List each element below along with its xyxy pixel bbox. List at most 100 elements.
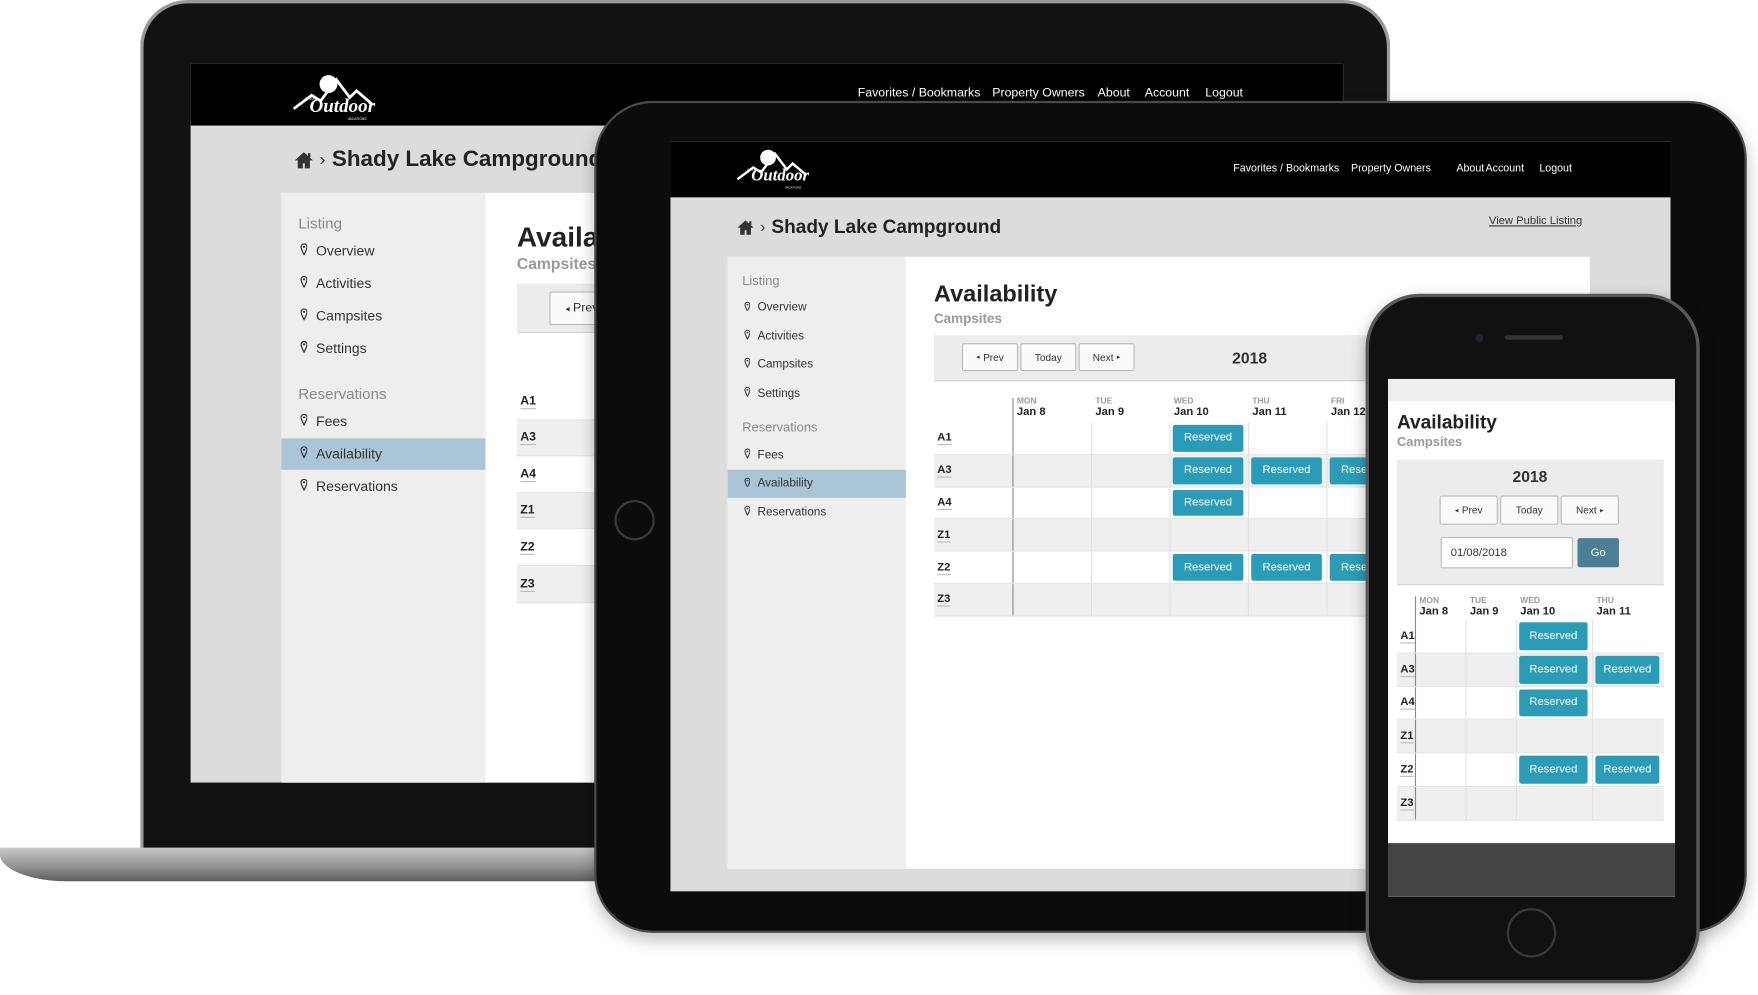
grid-cell-divider (1090, 454, 1093, 487)
sidebar-item-settings[interactable]: Settings (281, 332, 485, 363)
day-of-week: MON (1419, 594, 1440, 605)
sidebar-item-availability[interactable]: Availability (727, 470, 906, 498)
go-button[interactable]: Go (1577, 538, 1619, 568)
grid-cell-divider (1592, 753, 1594, 786)
button-label: Today (1515, 504, 1543, 516)
nav-logout[interactable]: Logout (1205, 86, 1243, 99)
view-public-listing-link[interactable]: View Public Listing (1489, 215, 1582, 227)
sidebar-item-availability[interactable]: Availability (281, 437, 486, 470)
site-label[interactable]: A4 (520, 467, 536, 482)
today-button[interactable]: Today (1020, 343, 1077, 372)
reserved-badge[interactable]: Reserved (1595, 755, 1660, 784)
reserved-badge[interactable]: Reserved (1172, 457, 1244, 484)
site-label[interactable]: Z2 (1400, 764, 1414, 778)
tablet-home-button[interactable] (614, 500, 655, 541)
nav-account[interactable]: Account (1145, 86, 1190, 99)
reserved-badge[interactable]: Reserved (1595, 655, 1660, 684)
grid-cell-divider (1169, 551, 1171, 583)
caret-left-icon: ◂ (976, 353, 980, 362)
availability-subtitle: Campsites (933, 310, 1002, 327)
table-row: A4 Reserved (1396, 686, 1664, 721)
phone-top-bar (1388, 378, 1676, 402)
site-label[interactable]: Z3 (1400, 797, 1414, 811)
reserved-badge[interactable]: Reserved (1519, 655, 1588, 684)
site-label[interactable]: A1 (937, 432, 952, 446)
site-label[interactable]: Z2 (937, 561, 951, 575)
grid-cell-divider (1515, 753, 1517, 786)
site-label[interactable]: A4 (1400, 697, 1415, 711)
sidebar-item-overview[interactable]: Overview (281, 235, 485, 266)
map-pin-icon (300, 413, 308, 429)
grid-cell-divider (1247, 487, 1249, 519)
nav-favorites-bookmarks[interactable]: Favorites / Bookmarks (858, 86, 981, 99)
next-button[interactable]: Next▸ (1560, 495, 1619, 525)
nav-logout[interactable]: Logout (1539, 163, 1572, 175)
sidebar-item-settings[interactable]: Settings (728, 380, 906, 407)
sidebar-heading: Reservations (298, 385, 387, 402)
sidebar-item-overview[interactable]: Overview (728, 294, 906, 321)
sidebar-item-reservations[interactable]: Reservations (281, 470, 485, 501)
site-label[interactable]: Z3 (520, 577, 535, 592)
reserved-badge[interactable]: Reserved (1519, 755, 1588, 784)
reserved-badge[interactable]: Reserved (1172, 554, 1244, 581)
grid-cell-divider (1090, 551, 1093, 583)
nav-about[interactable]: About (1456, 163, 1484, 175)
sidebar: Listing Overview Activities Campsites Settin… (727, 256, 906, 869)
sidebar-heading: Listing (742, 274, 780, 288)
nav-favorites-bookmarks[interactable]: Favorites / Bookmarks (1233, 163, 1339, 175)
reserved-badge[interactable]: Reserved (1251, 457, 1322, 484)
site-label[interactable]: A1 (520, 394, 536, 409)
home-icon[interactable] (737, 219, 755, 243)
map-pin-icon (744, 448, 751, 462)
logo[interactable]: Outdoor GREAT VACATIONS (292, 71, 376, 125)
site-label[interactable]: Z3 (937, 594, 951, 607)
day-date: Jan 10 (1173, 405, 1209, 419)
today-button[interactable]: Today (1500, 495, 1559, 525)
grid-cell-divider (1414, 653, 1417, 686)
prev-button[interactable]: ◂ Prev (961, 343, 1019, 372)
reserved-badge[interactable]: Reserved (1172, 489, 1244, 517)
site-label[interactable]: Z1 (520, 504, 535, 519)
grid-cell-divider (1012, 422, 1014, 454)
site-label[interactable]: Z1 (937, 529, 951, 543)
site-label[interactable]: A4 (937, 497, 952, 511)
home-icon[interactable] (294, 150, 314, 176)
site-header: Outdoor GREAT VACATIONS Favorites / Bookmar… (670, 141, 1671, 198)
reserved-badge[interactable]: Reserved (1519, 689, 1588, 717)
grid-cell-divider (1247, 519, 1249, 551)
reserved-badge[interactable]: Reserved (1172, 424, 1244, 452)
nav-property-owners[interactable]: Property Owners (992, 86, 1085, 99)
site-label[interactable]: A3 (520, 431, 536, 446)
sidebar-item-campsites[interactable]: Campsites (281, 300, 485, 331)
sidebar-item-reservations[interactable]: Reservations (728, 499, 906, 526)
next-button[interactable]: Next▸ (1078, 343, 1135, 372)
site-label[interactable]: A1 (1400, 630, 1415, 644)
sidebar-item-fees[interactable]: Fees (728, 442, 906, 469)
site-label[interactable]: A3 (937, 464, 952, 478)
nav-about[interactable]: About (1098, 86, 1130, 99)
map-pin-icon (744, 301, 751, 314)
reserved-badge[interactable]: Reserved (1251, 554, 1322, 581)
reserved-badge[interactable]: Reserved (1519, 622, 1588, 651)
sidebar-item-fees[interactable]: Fees (281, 405, 485, 436)
grid-cell-divider (1012, 454, 1014, 487)
logo[interactable]: Outdoor GREAT VACATIONS (735, 146, 809, 193)
sidebar-item-activities[interactable]: Activities (281, 267, 485, 298)
site-label[interactable]: Z2 (520, 540, 535, 556)
logo-small-bottom: VACATIONS (784, 186, 802, 190)
day-header: WEDJan 10 (1520, 595, 1596, 617)
phone-home-button[interactable] (1506, 908, 1557, 958)
date-input[interactable]: 01/08/2018 (1440, 537, 1574, 569)
site-label[interactable]: Z1 (1400, 730, 1414, 744)
day-of-week: THU (1252, 395, 1270, 406)
prev-button[interactable]: ◂ Prev (1439, 495, 1498, 525)
sidebar-item-activities[interactable]: Activities (728, 323, 906, 350)
nav-property-owners[interactable]: Property Owners (1351, 163, 1431, 175)
sidebar-item-campsites[interactable]: Campsites (728, 351, 906, 378)
logo-text: Outdoor (309, 95, 376, 117)
site-label[interactable]: A3 (1400, 663, 1415, 677)
nav-account[interactable]: Account (1486, 163, 1524, 175)
table-row: Z2ReservedReservedReserved (933, 551, 1405, 585)
phone-screen: Availability Campsites 2018 ◂ Prev Today Next ▸… (1388, 378, 1676, 897)
day-header: MONJan 8 (1017, 396, 1095, 418)
